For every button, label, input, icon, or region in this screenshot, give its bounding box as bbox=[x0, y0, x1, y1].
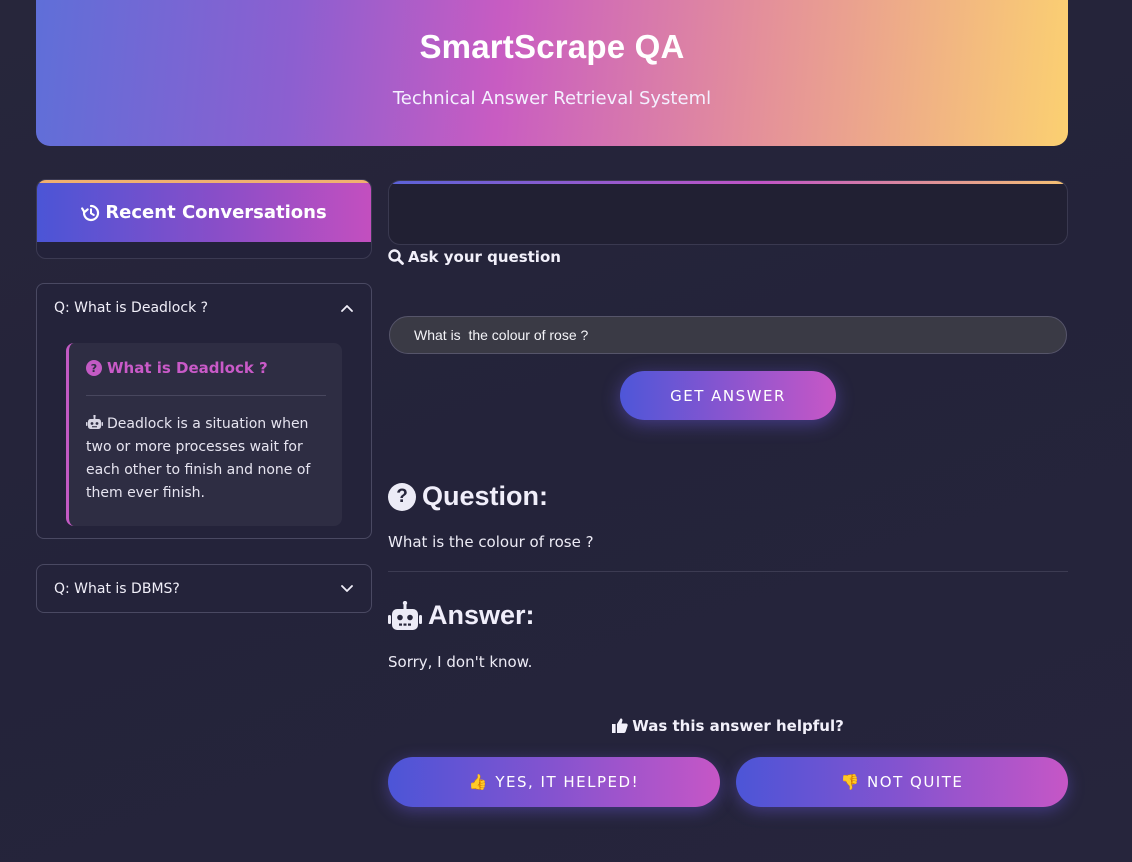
history-icon bbox=[81, 204, 100, 221]
conversation-toggle-dbms[interactable]: Q: What is DBMS? bbox=[37, 565, 371, 613]
status-banner-accent bbox=[389, 181, 1067, 184]
conversation-question: ? What is Deadlock ? bbox=[86, 359, 326, 377]
recent-conversations-panel: Recent Conversations bbox=[36, 179, 372, 259]
chevron-up-icon bbox=[341, 305, 353, 312]
app-title: SmartScrape QA bbox=[419, 28, 685, 65]
conversation-detail-card: ? What is Deadlock ? Deadlock is a situa… bbox=[66, 343, 342, 526]
question-text: What is the colour of rose ? bbox=[388, 533, 594, 551]
question-heading: ? Question: bbox=[388, 481, 548, 512]
conversation-label: Q: What is Deadlock ? bbox=[54, 300, 209, 316]
ask-question-text: Ask your question bbox=[408, 248, 561, 266]
conversation-question-text: What is Deadlock ? bbox=[107, 359, 268, 377]
robot-icon bbox=[86, 415, 103, 429]
search-icon bbox=[388, 249, 404, 265]
ask-question-label: Ask your question bbox=[388, 248, 561, 266]
conversation-label: Q: What is DBMS? bbox=[54, 581, 180, 597]
section-divider bbox=[388, 571, 1068, 572]
question-heading-text: Question: bbox=[422, 481, 548, 511]
conversation-toggle-deadlock[interactable]: Q: What is Deadlock ? bbox=[37, 284, 371, 332]
recent-conversations-header: Recent Conversations bbox=[37, 180, 371, 242]
conversation-item-deadlock: Q: What is Deadlock ? ? What is Deadlock… bbox=[36, 283, 372, 539]
question-circle-icon: ? bbox=[86, 360, 102, 376]
question-circle-icon: ? bbox=[388, 482, 416, 511]
not-quite-button[interactable]: 👎 NOT QUITE bbox=[736, 757, 1068, 807]
get-answer-button[interactable]: GET ANSWER bbox=[620, 371, 836, 420]
chevron-down-icon bbox=[341, 585, 353, 592]
yes-helped-button[interactable]: 👍 YES, IT HELPED! bbox=[388, 757, 720, 807]
answer-text: Sorry, I don't know. bbox=[388, 653, 533, 671]
robot-icon bbox=[388, 600, 422, 630]
feedback-prompt: Was this answer helpful? bbox=[388, 717, 1068, 735]
card-divider bbox=[86, 395, 326, 396]
answer-heading-text: Answer: bbox=[428, 600, 535, 630]
answer-heading: Answer: bbox=[388, 600, 535, 631]
app-subtitle: Technical Answer Retrieval Systeml bbox=[392, 88, 712, 109]
thumbs-up-icon bbox=[612, 718, 628, 733]
app-header: SmartScrape QA Technical Answer Retrieva… bbox=[36, 0, 1068, 146]
status-banner-box bbox=[388, 180, 1068, 245]
recent-conversations-title: Recent Conversations bbox=[105, 202, 327, 223]
feedback-prompt-text: Was this answer helpful? bbox=[632, 717, 844, 735]
conversation-answer-text: Deadlock is a situation when two or more… bbox=[86, 416, 311, 501]
conversation-answer: Deadlock is a situation when two or more… bbox=[86, 413, 326, 505]
conversation-item-dbms: Q: What is DBMS? bbox=[36, 564, 372, 613]
question-input[interactable] bbox=[389, 316, 1067, 354]
